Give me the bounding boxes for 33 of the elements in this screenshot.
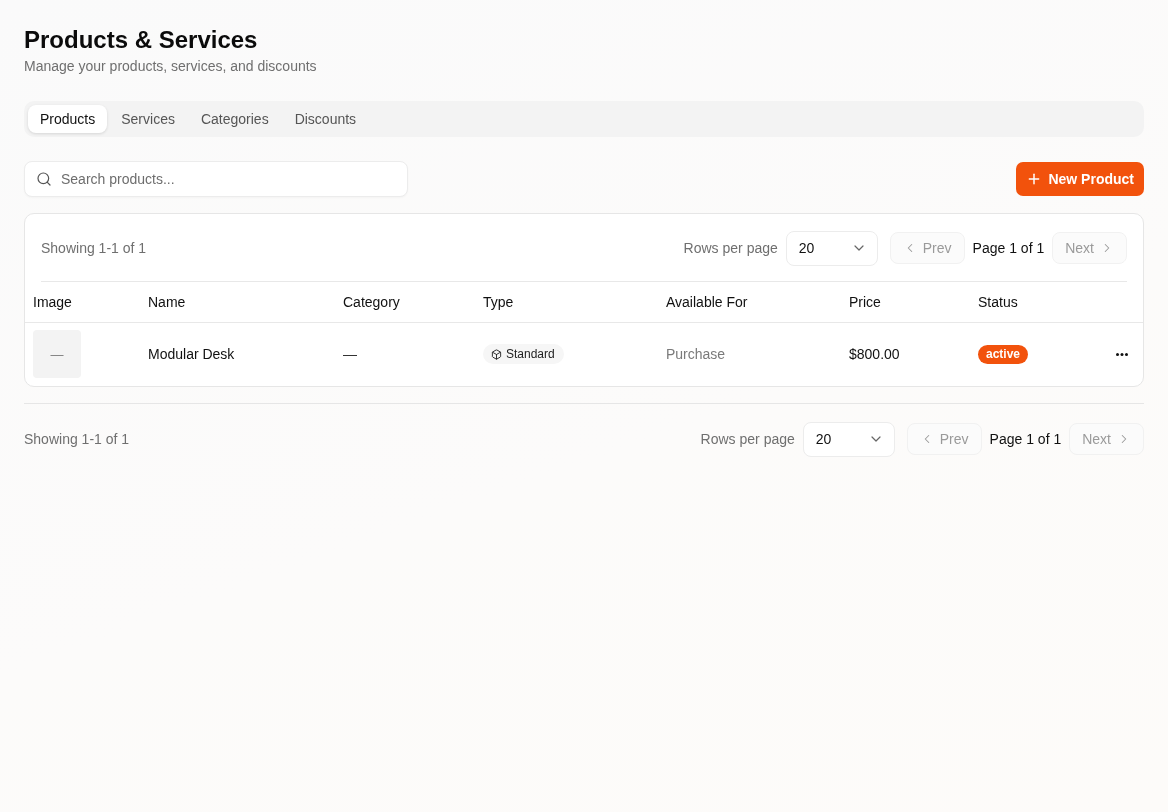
category-text: — — [343, 346, 357, 363]
more-icon — [1116, 352, 1128, 356]
rows-per-page-label: Rows per page — [700, 431, 795, 447]
page-title: Products & Services — [24, 26, 259, 54]
showing-summary: Showing 1-1 of 1 — [24, 431, 130, 447]
column-header: Category — [343, 293, 400, 310]
page-indicator: Page 1 of 1 — [972, 240, 1045, 256]
tab[interactable]: Categories — [188, 105, 281, 133]
available-for-text: Purchase — [666, 346, 726, 363]
search-icon — [36, 171, 52, 187]
column-header: Image — [33, 293, 72, 310]
column-header: Name — [148, 293, 186, 310]
column-header: Type — [483, 293, 514, 310]
rows-per-page-label: Rows per page — [683, 240, 778, 256]
rows-per-page-select[interactable]: 20 — [785, 230, 878, 266]
page-indicator: Page 1 of 1 — [989, 431, 1062, 447]
empty-image-dash: — — [50, 346, 64, 362]
column-header: Price — [849, 293, 881, 310]
tab[interactable]: Services — [109, 105, 187, 133]
price-text: $800.00 — [849, 346, 900, 363]
showing-summary: Showing 1-1 of 1 — [41, 240, 147, 256]
column-header: Status — [978, 293, 1018, 310]
product-name: Modular Desk — [148, 346, 235, 363]
page-subtitle: Manage your products, services, and discounts — [24, 57, 318, 76]
rows-per-page-select[interactable]: 20 — [802, 421, 895, 457]
cube-icon — [491, 348, 502, 360]
status-badge: active — [978, 344, 1029, 364]
new-product-button[interactable]: New Product — [1016, 162, 1144, 196]
type-label: Standard — [506, 347, 555, 362]
column-header: Available For — [666, 293, 748, 310]
search-field[interactable]: Search products... — [24, 161, 408, 197]
tab[interactable]: Products — [28, 105, 108, 133]
tab[interactable]: Discounts — [282, 105, 369, 133]
